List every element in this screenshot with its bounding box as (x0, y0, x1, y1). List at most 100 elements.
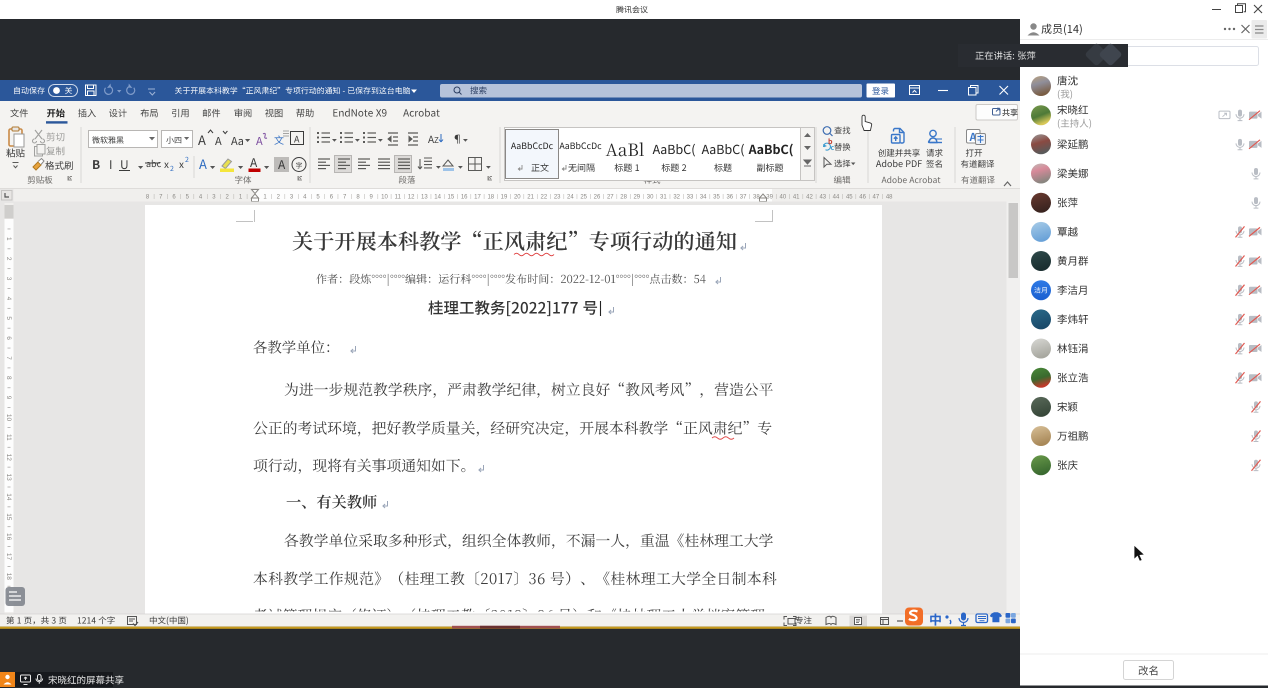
svg-text:11: 11 (395, 195, 402, 201)
svg-text:28: 28 (620, 195, 627, 201)
svg-text:|: | (709, 194, 710, 200)
svg-text:|: | (457, 194, 458, 200)
svg-text:|: | (736, 194, 737, 200)
svg-text:7: 7 (5, 356, 12, 360)
svg-text:18: 18 (487, 195, 494, 201)
svg-text:44: 44 (833, 195, 840, 201)
svg-text:|: | (629, 194, 630, 200)
svg-text:|: | (829, 194, 830, 200)
svg-text:|: | (443, 194, 444, 200)
svg-text:29: 29 (633, 195, 640, 201)
svg-text:15: 15 (448, 195, 455, 201)
svg-text:6: 6 (5, 336, 12, 340)
svg-text:33: 33 (687, 195, 694, 201)
svg-text:16: 16 (5, 533, 12, 541)
svg-text:13: 13 (421, 195, 428, 201)
svg-text:|: | (855, 194, 856, 200)
svg-text:|: | (364, 194, 365, 200)
svg-text:|: | (550, 194, 551, 200)
svg-text:8: 8 (5, 376, 12, 380)
svg-text:21: 21 (527, 195, 534, 201)
svg-text:14: 14 (434, 195, 441, 201)
svg-text:36: 36 (726, 195, 733, 201)
svg-text:|: | (523, 194, 524, 200)
svg-text:|: | (246, 194, 247, 200)
svg-text:22: 22 (541, 195, 548, 201)
svg-text:|: | (377, 194, 378, 200)
svg-text:26: 26 (594, 195, 601, 201)
svg-text:|: | (233, 194, 234, 200)
svg-text:|: | (311, 194, 312, 200)
svg-text:16: 16 (461, 195, 468, 201)
svg-text:41: 41 (793, 195, 800, 201)
svg-text:40: 40 (780, 195, 787, 201)
svg-text:|: | (417, 194, 418, 200)
svg-text:|: | (722, 194, 723, 200)
svg-text:|: | (563, 194, 564, 200)
svg-text:|: | (749, 194, 750, 200)
svg-text:|: | (683, 194, 684, 200)
svg-text:|: | (815, 194, 816, 200)
svg-text:2: 2 (5, 257, 12, 261)
svg-text:5: 5 (5, 316, 12, 320)
svg-text:|: | (616, 194, 617, 200)
svg-text:31: 31 (660, 195, 667, 201)
svg-text:46: 46 (859, 195, 866, 201)
svg-text:48: 48 (886, 195, 893, 201)
svg-text:|: | (590, 194, 591, 200)
svg-text:|: | (337, 194, 338, 200)
svg-text:23: 23 (554, 195, 561, 201)
svg-text:|: | (167, 194, 168, 200)
svg-text:9: 9 (5, 396, 12, 400)
svg-text:14: 14 (5, 493, 12, 501)
svg-text:45: 45 (846, 195, 853, 201)
svg-text:|: | (696, 194, 697, 200)
svg-text:10: 10 (381, 195, 388, 201)
svg-text:19: 19 (501, 195, 508, 201)
svg-text:|: | (483, 194, 484, 200)
svg-text:4: 4 (5, 297, 12, 301)
svg-text:|: | (603, 194, 604, 200)
svg-text:|: | (324, 194, 325, 200)
svg-text:|: | (868, 194, 869, 200)
svg-text:27: 27 (607, 195, 614, 201)
svg-text:|: | (669, 194, 670, 200)
svg-text:11: 11 (5, 434, 12, 441)
svg-text:32: 32 (673, 195, 680, 201)
svg-text:18: 18 (5, 573, 12, 581)
svg-text:|: | (430, 194, 431, 200)
svg-text:12: 12 (408, 195, 415, 201)
svg-text:|: | (297, 194, 298, 200)
svg-text:|: | (775, 194, 776, 200)
svg-text:|: | (510, 194, 511, 200)
svg-text:24: 24 (567, 195, 574, 201)
svg-text:|: | (802, 194, 803, 200)
svg-text:3: 3 (5, 277, 12, 281)
svg-text:|: | (153, 194, 154, 200)
svg-text:|: | (576, 194, 577, 200)
svg-text:17: 17 (474, 195, 481, 201)
svg-text:20: 20 (514, 195, 521, 201)
svg-text:|: | (284, 194, 285, 200)
svg-text:|: | (180, 194, 181, 200)
svg-text:15: 15 (5, 513, 12, 521)
svg-text:42: 42 (806, 195, 813, 201)
svg-text:25: 25 (580, 195, 587, 201)
svg-text:|: | (470, 194, 471, 200)
svg-text:30: 30 (647, 195, 654, 201)
svg-text:|: | (789, 194, 790, 200)
svg-text:|: | (193, 194, 194, 200)
svg-text:|: | (842, 194, 843, 200)
svg-text:1: 1 (5, 237, 12, 241)
svg-text:|: | (220, 194, 221, 200)
svg-text:39: 39 (766, 195, 773, 201)
svg-text:|: | (351, 194, 352, 200)
svg-text:10: 10 (5, 414, 12, 422)
svg-text:34: 34 (700, 195, 707, 201)
svg-text:43: 43 (819, 195, 826, 201)
svg-text:|: | (536, 194, 537, 200)
svg-text:13: 13 (5, 473, 12, 481)
svg-text:35: 35 (713, 195, 720, 201)
svg-text:17: 17 (5, 553, 12, 561)
svg-text:37: 37 (740, 195, 747, 201)
